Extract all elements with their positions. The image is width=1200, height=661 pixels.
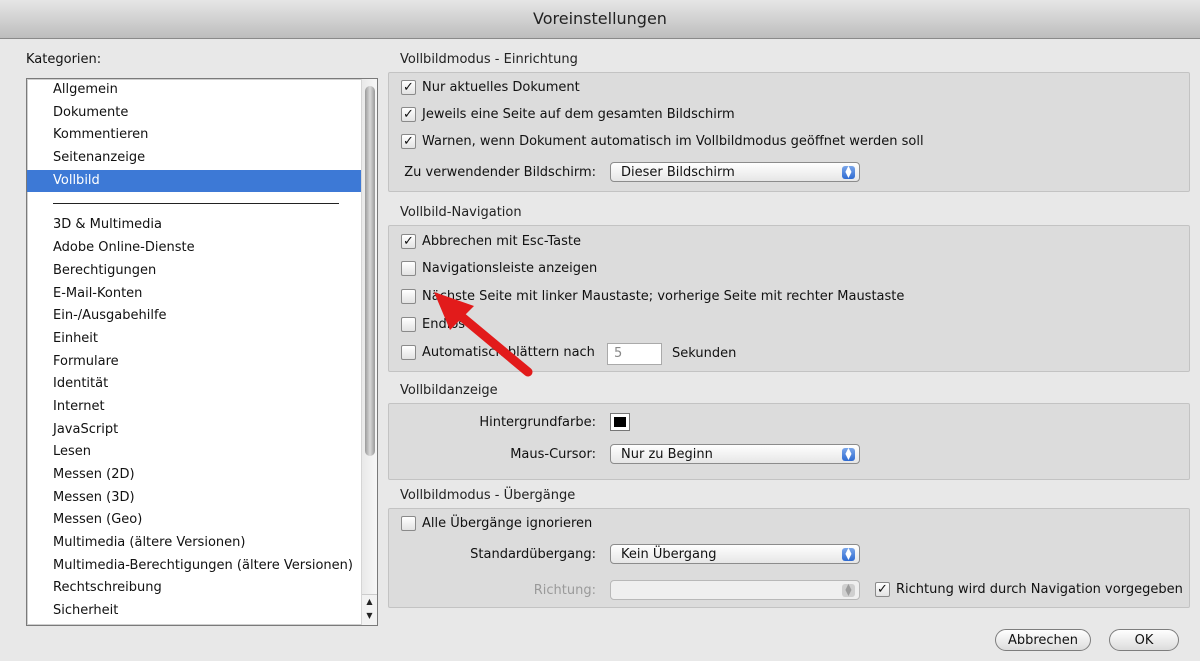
- ignore-transitions-checkbox[interactable]: Alle Übergänge ignorieren: [401, 516, 592, 531]
- category-item[interactable]: Internet: [27, 396, 361, 419]
- checkbox-icon[interactable]: ✓: [401, 107, 416, 122]
- category-item[interactable]: Sicherheit: [27, 600, 361, 623]
- screen-label: Zu verwendender Bildschirm:: [404, 165, 596, 180]
- background-color-label: Hintergrundfarbe:: [479, 415, 596, 430]
- loop-label: Endlos: [422, 317, 466, 332]
- auto-advance-checkbox[interactable]: Automatisch blättern nach: [401, 345, 595, 360]
- category-item[interactable]: JavaScript: [27, 419, 361, 442]
- esc-label: Abbrechen mit Esc-Taste: [422, 234, 581, 249]
- category-item[interactable]: Einheit: [27, 328, 361, 351]
- category-item[interactable]: Vollbild: [27, 169, 361, 193]
- select-arrows-icon: ▲ ▼: [842, 447, 855, 461]
- categories-list[interactable]: Allgemein Dokumente Kommentieren Seitenanze…: [26, 78, 378, 626]
- category-item[interactable]: Ein-/Ausgabehilfe: [27, 305, 361, 328]
- category-item[interactable]: 3D & Multimedia: [27, 214, 361, 237]
- screen-select[interactable]: Dieser Bildschirm ▲ ▼: [610, 162, 860, 182]
- category-item[interactable]: Identität: [27, 373, 361, 396]
- esc-checkbox[interactable]: ✓ Abbrechen mit Esc-Taste: [401, 234, 581, 249]
- one-page-checkbox[interactable]: ✓ Jeweils eine Seite auf dem gesamten Bi…: [401, 107, 735, 122]
- category-item[interactable]: Allgemein: [27, 79, 361, 102]
- default-transition-select[interactable]: Kein Übergang ▲ ▼: [610, 544, 860, 564]
- category-separator: [27, 192, 361, 214]
- auto-advance-label: Automatisch blättern nach: [422, 345, 595, 360]
- category-item[interactable]: Berechtigungen: [27, 260, 361, 283]
- category-item[interactable]: Seitenanzeige: [27, 147, 361, 170]
- select-arrows-icon: ▲ ▼: [842, 547, 855, 561]
- navbar-checkbox[interactable]: Navigationsleiste anzeigen: [401, 261, 597, 276]
- checkbox-icon[interactable]: [401, 317, 416, 332]
- click-navigation-label: Nächste Seite mit linker Maustaste; vorh…: [422, 289, 905, 304]
- checkbox-icon[interactable]: ✓: [401, 134, 416, 149]
- checkbox-icon[interactable]: [401, 345, 416, 360]
- cursor-label: Maus-Cursor:: [510, 447, 596, 462]
- background-color-swatch[interactable]: [610, 413, 630, 431]
- ignore-transitions-label: Alle Übergänge ignorieren: [422, 516, 593, 531]
- window-titlebar: Voreinstellungen: [0, 0, 1200, 39]
- seconds-label: Sekunden: [672, 346, 737, 361]
- category-item[interactable]: Formulare: [27, 351, 361, 374]
- scrollbar-thumb[interactable]: [365, 86, 375, 456]
- only-current-label: Nur aktuelles Dokument: [422, 80, 580, 95]
- category-item[interactable]: Messen (3D): [27, 487, 361, 510]
- only-current-checkbox[interactable]: ✓ Nur aktuelles Dokument: [401, 80, 580, 95]
- category-item[interactable]: E-Mail-Konten: [27, 283, 361, 306]
- checkbox-icon[interactable]: [401, 289, 416, 304]
- category-item[interactable]: Lesen: [27, 441, 361, 464]
- one-page-label: Jeweils eine Seite auf dem gesamten Bild…: [422, 107, 735, 122]
- default-transition-label: Standardübergang:: [470, 547, 596, 562]
- ok-button[interactable]: OK: [1109, 629, 1179, 651]
- direction-select[interactable]: ▲ ▼: [610, 580, 860, 600]
- cancel-button[interactable]: Abbrechen: [995, 629, 1091, 651]
- default-transition-value: Kein Übergang: [621, 547, 717, 562]
- transitions-group-title: Vollbildmodus - Übergänge: [400, 488, 576, 503]
- category-item[interactable]: Multimedia (ältere Versionen): [27, 532, 361, 555]
- auto-seconds-input[interactable]: 5: [607, 343, 662, 365]
- cursor-value: Nur zu Beginn: [621, 447, 713, 462]
- warn-label: Warnen, wenn Dokument automatisch im Vol…: [422, 134, 924, 149]
- checkbox-icon[interactable]: [401, 516, 416, 531]
- window-title: Voreinstellungen: [533, 9, 667, 28]
- navigation-direction-label: Richtung wird durch Navigation vorgegebe…: [896, 582, 1183, 597]
- loop-checkbox[interactable]: Endlos: [401, 317, 465, 332]
- navigation-group-title: Vollbild-Navigation: [400, 205, 522, 220]
- category-item[interactable]: Adobe Online-Dienste: [27, 237, 361, 260]
- setup-group-title: Vollbildmodus - Einrichtung: [400, 52, 578, 67]
- checkbox-icon[interactable]: [401, 261, 416, 276]
- select-arrows-icon: ▲ ▼: [842, 165, 855, 179]
- navbar-label: Navigationsleiste anzeigen: [422, 261, 598, 276]
- category-item[interactable]: Multimedia-Berechtigungen (ältere Versio…: [27, 555, 361, 578]
- category-item[interactable]: Dokumente: [27, 102, 361, 125]
- category-item[interactable]: Messen (Geo): [27, 509, 361, 532]
- scroll-arrows-icon[interactable]: ▲ ▼: [362, 594, 377, 625]
- navigation-direction-checkbox[interactable]: ✓ Richtung wird durch Navigation vorgege…: [875, 582, 1183, 597]
- checkbox-icon[interactable]: ✓: [875, 582, 890, 597]
- direction-label: Richtung:: [533, 583, 596, 598]
- checkbox-icon[interactable]: ✓: [401, 80, 416, 95]
- display-group-title: Vollbildanzeige: [400, 383, 498, 398]
- category-item[interactable]: Kommentieren: [27, 124, 361, 147]
- category-item[interactable]: Messen (2D): [27, 464, 361, 487]
- categories-label: Kategorien:: [26, 52, 102, 67]
- screen-value: Dieser Bildschirm: [621, 165, 735, 180]
- categories-scrollbar[interactable]: ▲ ▼: [361, 79, 377, 625]
- warn-checkbox[interactable]: ✓ Warnen, wenn Dokument automatisch im V…: [401, 134, 924, 149]
- cursor-select[interactable]: Nur zu Beginn ▲ ▼: [610, 444, 860, 464]
- category-item[interactable]: Rechtschreibung: [27, 577, 361, 600]
- click-navigation-checkbox[interactable]: Nächste Seite mit linker Maustaste; vorh…: [401, 289, 904, 304]
- checkbox-icon[interactable]: ✓: [401, 234, 416, 249]
- select-arrows-icon: ▲ ▼: [842, 583, 855, 597]
